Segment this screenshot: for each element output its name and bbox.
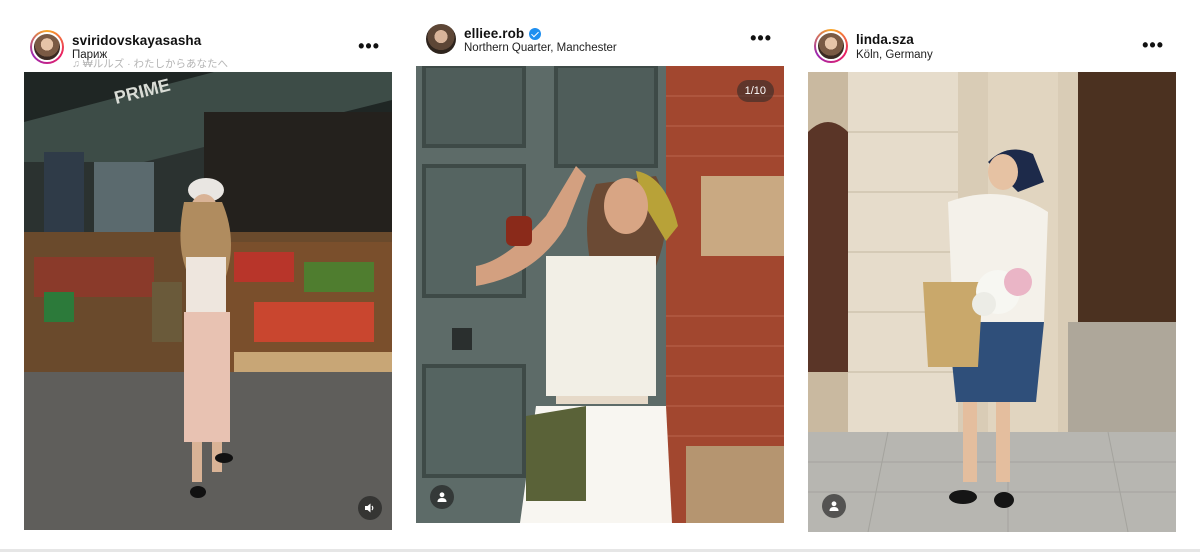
username[interactable]: linda.sza [856,32,914,47]
verified-badge-icon [529,27,542,40]
location[interactable]: Köln, Germany [856,49,933,61]
location[interactable]: Northern Quarter, Manchester [464,42,617,54]
post-card-3: linda.sza Köln, Germany ••• [808,0,1176,552]
post-image[interactable]: 1/10 [416,66,784,523]
post-image[interactable]: PRIME [24,72,392,530]
speaker-icon [365,503,374,513]
post-card-2: elliee.rob Northern Quarter, Manchester … [416,0,784,552]
avatar[interactable] [814,29,848,63]
street-scene [808,72,1176,532]
person-icon [437,492,447,502]
post-card-1: sviridovskayasasha Париж ♫ ₩ルルズ · わたしからあ… [24,0,392,552]
post-header: elliee.rob Northern Quarter, Manchester … [416,16,784,66]
person-icon [829,501,839,511]
door-scene [416,66,784,523]
username[interactable]: elliee.rob [464,26,542,41]
post-image[interactable] [808,72,1176,532]
tagged-people-button[interactable] [822,494,846,518]
post-header: sviridovskayasasha Париж ♫ ₩ルルズ · わたしからあ… [24,22,392,72]
more-options-button[interactable]: ••• [750,29,772,47]
market-scene: PRIME [24,72,392,530]
carousel-counter: 1/10 [736,80,774,102]
avatar[interactable] [426,24,456,54]
username[interactable]: sviridovskayasasha [72,33,201,48]
more-options-button[interactable]: ••• [358,37,380,55]
tagged-people-button[interactable] [430,485,454,509]
more-options-button[interactable]: ••• [1142,36,1164,54]
avatar[interactable] [30,30,64,64]
post-header: linda.sza Köln, Germany ••• [808,22,1176,72]
audio-track[interactable]: ♫ ₩ルルズ · わたしからあなたへ [72,56,228,71]
audio-toggle-button[interactable] [358,496,382,520]
